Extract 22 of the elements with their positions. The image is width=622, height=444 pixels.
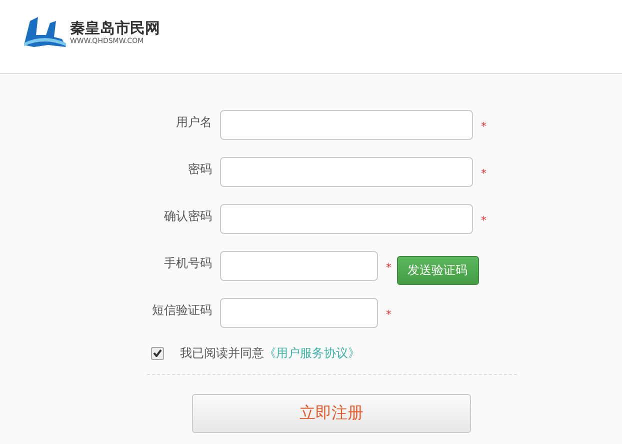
register-button[interactable]: 立即注册 [192,394,471,433]
required-mark: * [481,214,486,227]
field-label: 手机号码 [163,255,212,272]
site-title: 秦皇岛市民网 [70,18,160,36]
logo-icon [22,14,68,48]
send-code-button[interactable]: 发送验证码 [396,256,478,285]
required-mark: * [481,120,486,133]
agreement-text: 我已阅读并同意 [180,344,264,362]
agreement-link[interactable]: 《用户服务协议》 [264,344,360,362]
required-mark: * [386,308,392,321]
field-label: 确认密码 [163,208,212,225]
input-field[interactable] [220,204,473,234]
required-mark: * [481,167,486,180]
field-label: 密码 [187,161,212,178]
input-field[interactable] [220,251,378,281]
required-mark: * [386,261,392,274]
field-label: 短信验证码 [151,302,212,319]
agree-checkbox[interactable] [151,346,164,360]
field-label: 用户名 [175,114,212,131]
input-field[interactable] [220,110,473,140]
input-field[interactable] [220,298,378,328]
input-field[interactable] [220,157,473,187]
